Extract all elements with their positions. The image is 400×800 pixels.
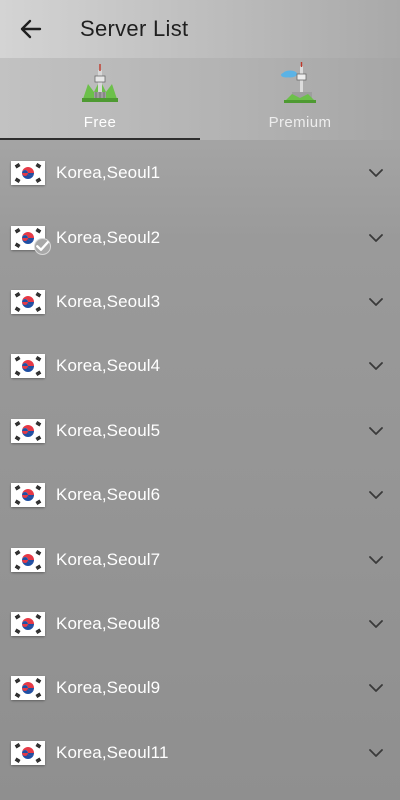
seoul-tower-green-icon — [82, 64, 118, 102]
server-row[interactable]: Korea,Seoul3 — [0, 270, 400, 334]
server-row[interactable]: Korea,Seoul6 — [0, 463, 400, 527]
server-name: Korea,Seoul9 — [56, 678, 161, 698]
back-button[interactable] — [6, 4, 56, 54]
south-korea-flag-icon — [11, 161, 45, 186]
south-korea-flag-icon — [11, 354, 45, 379]
server-name: Korea,Seoul11 — [56, 742, 169, 762]
south-korea-flag-icon — [11, 611, 45, 636]
south-korea-flag-icon — [11, 483, 45, 508]
server-row[interactable]: Korea,Seoul8 — [0, 592, 400, 656]
app-header: Server List — [0, 0, 400, 58]
south-korea-flag-icon — [11, 676, 45, 701]
tab-premium-label: Premium — [268, 114, 332, 131]
server-list: Korea,Seoul1 Korea,Seoul2 Korea,Seoul3 K… — [0, 141, 400, 785]
south-korea-flag-icon — [11, 547, 45, 572]
server-row[interactable]: Korea,Seoul9 — [0, 656, 400, 720]
chevron-down-icon[interactable] — [368, 166, 384, 180]
tab-free-label: Free — [83, 114, 117, 131]
server-name: Korea,Seoul7 — [56, 549, 161, 569]
chevron-down-icon[interactable] — [368, 617, 384, 631]
tab-premium[interactable]: Premium — [200, 58, 400, 140]
tab-free[interactable]: Free — [0, 58, 200, 140]
server-name: Korea,Seoul6 — [56, 485, 161, 505]
server-name: Korea,Seoul5 — [56, 420, 161, 440]
server-name: Korea,Seoul4 — [56, 356, 161, 376]
server-name: Korea,Seoul3 — [56, 291, 161, 311]
south-korea-flag-icon — [11, 418, 45, 443]
arrow-left-icon — [20, 19, 42, 39]
south-korea-flag-icon — [11, 289, 45, 314]
server-row[interactable]: Korea,Seoul1 — [0, 141, 400, 205]
chevron-down-icon[interactable] — [368, 746, 384, 760]
chevron-down-icon[interactable] — [368, 424, 384, 438]
server-row[interactable]: Korea,Seoul7 — [0, 527, 400, 591]
chevron-down-icon[interactable] — [368, 295, 384, 309]
server-name: Korea,Seoul2 — [56, 227, 161, 247]
tab-bar: Free Premium — [0, 58, 400, 140]
south-korea-flag-icon — [11, 225, 51, 255]
seoul-tower-sky-icon — [281, 62, 316, 103]
page-title: Server List — [80, 16, 189, 41]
server-name: Korea,Seoul1 — [56, 163, 161, 183]
active-tab-indicator — [0, 138, 200, 140]
selected-check-icon — [34, 237, 51, 255]
server-row[interactable]: Korea,Seoul11 — [0, 721, 400, 785]
server-name: Korea,Seoul8 — [56, 613, 161, 633]
chevron-down-icon[interactable] — [368, 681, 384, 695]
server-row[interactable]: Korea,Seoul5 — [0, 399, 400, 463]
south-korea-flag-icon — [11, 740, 45, 765]
chevron-down-icon[interactable] — [368, 359, 384, 373]
chevron-down-icon[interactable] — [368, 553, 384, 567]
chevron-down-icon[interactable] — [368, 231, 384, 245]
server-row[interactable]: Korea,Seoul4 — [0, 334, 400, 398]
chevron-down-icon[interactable] — [368, 488, 384, 502]
server-row[interactable]: Korea,Seoul2 — [0, 205, 400, 269]
